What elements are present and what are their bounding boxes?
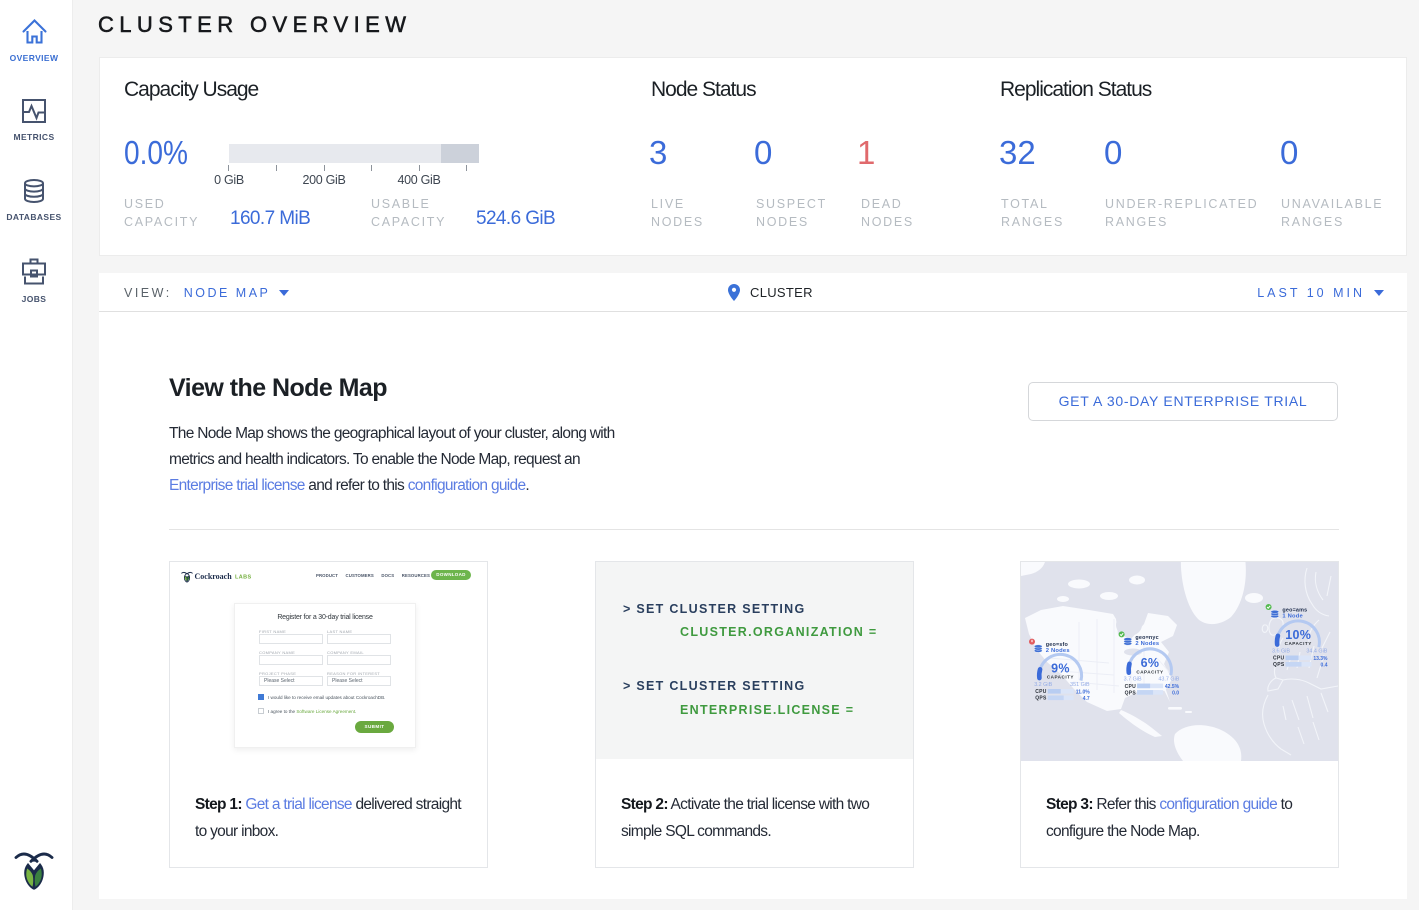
svg-text:QPS: QPS	[1125, 690, 1137, 696]
svg-text:2 Nodes: 2 Nodes	[1135, 641, 1159, 647]
svg-text:10%: 10%	[1285, 628, 1311, 642]
svg-text:3.2 GiB: 3.2 GiB	[1034, 682, 1052, 688]
svg-text:9%: 9%	[1051, 661, 1070, 675]
svg-text:34.4 GiB: 34.4 GiB	[1306, 649, 1327, 655]
svg-text:QPS: QPS	[1035, 696, 1047, 702]
svg-text:42.5%: 42.5%	[1165, 684, 1180, 690]
svg-text:351 GiB: 351 GiB	[1070, 682, 1090, 688]
svg-text:Cockroach: Cockroach	[195, 572, 233, 581]
svg-text:CPU: CPU	[1273, 656, 1285, 662]
svg-text:CPU: CPU	[1125, 684, 1137, 690]
svg-text:CPU: CPU	[1035, 689, 1047, 695]
svg-text:0.4: 0.4	[1321, 662, 1328, 668]
svg-text:13.3%: 13.3%	[1313, 656, 1328, 662]
svg-text:3.7 GiB: 3.7 GiB	[1124, 677, 1142, 683]
svg-text:LABS: LABS	[235, 575, 251, 581]
svg-text:CAPACITY: CAPACITY	[1047, 675, 1074, 680]
svg-text:CAPACITY: CAPACITY	[1285, 641, 1312, 646]
svg-text:0.0: 0.0	[1172, 690, 1179, 696]
svg-text:1 Node: 1 Node	[1282, 613, 1303, 619]
svg-text:3.6 GiB: 3.6 GiB	[1272, 649, 1290, 655]
svg-text:QPS: QPS	[1273, 662, 1285, 668]
svg-text:11.0%: 11.0%	[1076, 689, 1090, 695]
svg-text:6%: 6%	[1141, 656, 1160, 670]
svg-text:CAPACITY: CAPACITY	[1136, 669, 1163, 674]
svg-text:4.7: 4.7	[1083, 696, 1090, 702]
svg-text:43.7 GiB: 43.7 GiB	[1158, 677, 1179, 683]
